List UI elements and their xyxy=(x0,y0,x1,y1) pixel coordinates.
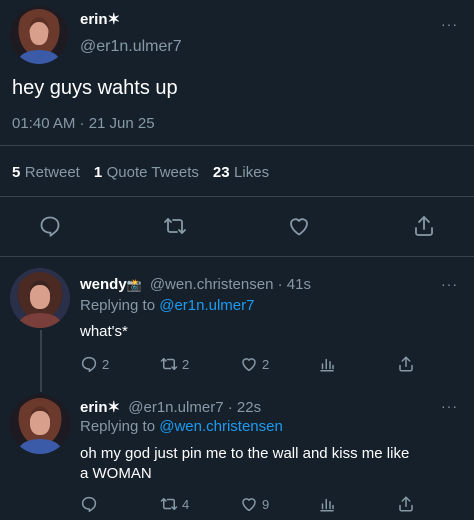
retweet-icon xyxy=(160,498,178,510)
tweet-text: hey guys wahts up xyxy=(12,77,178,99)
likes-label: Likes xyxy=(234,164,270,181)
reply-button[interactable] xyxy=(38,214,62,238)
tweet-stats: 5 Retweet 1 Quote Tweets 23 Likes xyxy=(12,164,269,182)
avatar-wendy[interactable] xyxy=(10,268,70,328)
share-button[interactable] xyxy=(397,495,415,513)
replying-prefix: Replying to xyxy=(80,297,156,314)
share-button[interactable] xyxy=(412,214,436,238)
retweets-label: Retweet xyxy=(24,164,80,181)
analytics-icon xyxy=(320,498,334,512)
replying-to-handle[interactable]: @er1n.ulmer7 xyxy=(159,297,254,314)
reply-text: oh my god just pin me to the wall and ki… xyxy=(80,444,470,484)
retweet-count: 4 xyxy=(182,496,190,512)
reply-icon xyxy=(81,496,97,513)
avatar-erin[interactable] xyxy=(10,6,68,64)
retweet-icon xyxy=(164,218,186,234)
more-options-icon[interactable]: ··· xyxy=(441,16,458,32)
reply-icon xyxy=(40,216,60,237)
analytics-button[interactable] xyxy=(318,495,336,513)
tweet-thread-page: erin✶ @er1n.ulmer7 ··· hey guys wahts up… xyxy=(0,0,474,520)
retweets-stat[interactable]: 5 Retweet xyxy=(12,164,80,182)
share-icon xyxy=(399,496,413,512)
share-icon xyxy=(415,216,433,236)
author-name[interactable]: erin✶ xyxy=(80,10,120,29)
divider xyxy=(0,145,474,146)
replying-to: Replying to @er1n.ulmer7 xyxy=(80,297,255,314)
more-options-icon[interactable]: ··· xyxy=(441,276,458,292)
replying-to-handle[interactable]: @wen.christensen xyxy=(159,418,283,435)
like-icon xyxy=(242,358,256,372)
thread-line xyxy=(40,330,42,392)
more-options-icon[interactable]: ··· xyxy=(441,398,458,414)
quotes-count: 1 xyxy=(93,164,103,181)
display-name: erin xyxy=(80,11,108,28)
name-badge: ✶ xyxy=(107,11,121,28)
retweet-button[interactable] xyxy=(163,214,187,238)
analytics-icon xyxy=(320,358,334,372)
retweet-count: 2 xyxy=(182,356,190,372)
reply-header: erin✶ @er1n.ulmer7 · 22s xyxy=(80,398,261,416)
like-icon xyxy=(290,218,308,236)
replying-to: Replying to @wen.christensen xyxy=(80,418,283,435)
reply-header: wendy📸 @wen.christensen · 41s xyxy=(80,276,311,293)
author-handle[interactable]: @wen.christensen xyxy=(150,276,274,293)
like-button[interactable]: 9 xyxy=(240,495,269,513)
name-badge: ✶ xyxy=(107,399,121,416)
share-icon xyxy=(399,356,413,372)
reply-count: 2 xyxy=(102,356,110,372)
author-handle[interactable]: @er1n.ulmer7 xyxy=(80,38,182,56)
retweet-button[interactable]: 2 xyxy=(160,355,189,373)
retweet-icon xyxy=(160,358,178,370)
like-count: 2 xyxy=(262,356,270,372)
avatar-erin[interactable] xyxy=(10,394,70,454)
retweets-count: 5 xyxy=(12,164,21,181)
analytics-button[interactable] xyxy=(318,355,336,373)
time-ago[interactable]: · 22s xyxy=(228,399,261,416)
display-name[interactable]: erin xyxy=(80,399,108,416)
share-button[interactable] xyxy=(397,355,415,373)
reply-text-line: oh my god just pin me to the wall and ki… xyxy=(80,445,410,462)
likes-count: 23 xyxy=(212,164,230,181)
time-ago[interactable]: · 41s xyxy=(278,276,311,293)
author-handle[interactable]: @er1n.ulmer7 xyxy=(128,399,223,416)
tweet-timestamp[interactable]: 01:40 AM · 21 Jun 25 xyxy=(12,115,155,132)
likes-stat[interactable]: 23 Likes xyxy=(213,164,269,182)
like-button[interactable]: 2 xyxy=(240,355,269,373)
reply-button[interactable] xyxy=(80,495,98,513)
display-name[interactable]: wendy xyxy=(80,276,127,293)
quotes-label: Quote Tweets xyxy=(106,164,199,181)
divider xyxy=(0,196,474,197)
divider xyxy=(0,256,474,257)
reply-text-line: a WOMAN xyxy=(80,465,152,482)
name-badge: 📸 xyxy=(126,278,142,292)
retweet-button[interactable]: 4 xyxy=(160,495,189,513)
like-icon xyxy=(242,498,256,512)
like-count: 9 xyxy=(262,496,270,512)
reply-icon xyxy=(81,356,97,373)
reply-text: what's* xyxy=(80,323,128,340)
quotes-stat[interactable]: 1 Quote Tweets xyxy=(94,164,199,182)
replying-prefix: Replying to xyxy=(80,418,156,435)
reply-button[interactable]: 2 xyxy=(80,355,109,373)
like-button[interactable] xyxy=(287,214,311,238)
